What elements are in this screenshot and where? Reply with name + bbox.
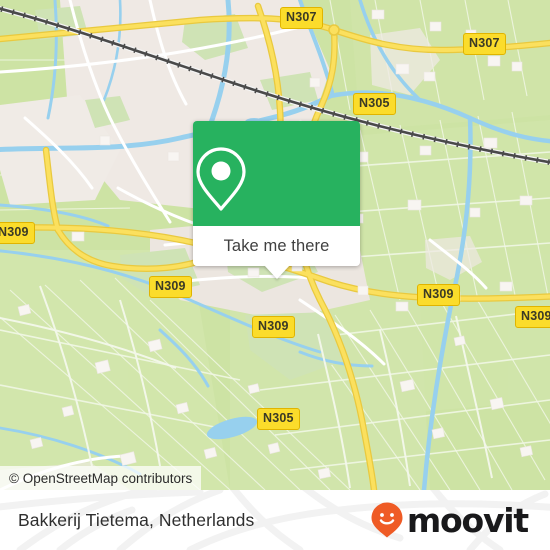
road-shield-n309-mid-left: N309 <box>149 276 192 298</box>
osm-attribution[interactable]: © OpenStreetMap contributors <box>0 466 202 490</box>
road-shield-n307-top-left: N307 <box>280 7 323 29</box>
moovit-logo[interactable]: moovit <box>370 500 529 540</box>
road-shield-n309-right: N309 <box>417 284 460 306</box>
moovit-smiley-pin-icon <box>371 502 403 538</box>
road-shield-n309-center: N309 <box>252 316 295 338</box>
footer-bar: Bakkerij Tietema, Netherlands moovit <box>0 490 550 550</box>
take-me-there-label: Take me there <box>223 236 330 255</box>
callout-green-panel <box>193 121 360 226</box>
map-screenshot: N307 N307 N305 N309 N309 N309 N309 N309 … <box>0 0 550 550</box>
road-shield-n305-top: N305 <box>353 93 396 115</box>
road-shield-n309-left-edge: N309 <box>0 222 35 244</box>
road-shield-n305-bottom: N305 <box>257 408 300 430</box>
moovit-wordmark: moovit <box>406 500 529 540</box>
road-shield-n309-right-edge: N309 <box>515 306 550 328</box>
road-shield-n307-top-right: N307 <box>463 33 506 55</box>
page-title: Bakkerij Tietema, Netherlands <box>18 509 255 530</box>
map-canvas[interactable]: N307 N307 N305 N309 N309 N309 N309 N309 … <box>0 0 550 490</box>
location-callout-card[interactable]: Take me there <box>193 121 360 279</box>
callout-pointer-tail <box>263 265 290 279</box>
callout-action-panel[interactable]: Take me there <box>193 226 360 279</box>
